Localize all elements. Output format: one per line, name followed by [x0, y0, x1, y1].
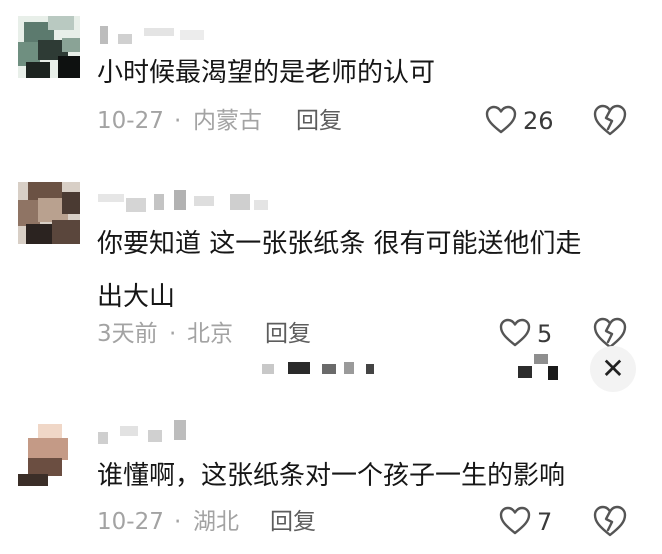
- heart-outline-icon: [499, 506, 531, 535]
- avatar[interactable]: [18, 16, 80, 78]
- like-count: 26: [523, 107, 554, 135]
- like-button[interactable]: 5: [499, 314, 569, 354]
- comment-location: 内蒙古: [193, 108, 262, 134]
- comment-meta: 10-27 · 内蒙古 回复: [97, 101, 357, 141]
- username-blurred[interactable]: [98, 190, 278, 216]
- blurred-content: [262, 354, 592, 380]
- username-blurred[interactable]: [98, 420, 218, 446]
- close-button[interactable]: ✕: [590, 346, 636, 392]
- comment-date: 10-27: [97, 509, 164, 535]
- reply-button[interactable]: 回复: [270, 502, 316, 542]
- like-count: 5: [537, 320, 553, 348]
- comment-date: 3天前: [97, 321, 158, 347]
- comment-text: 你要知道 这一张张纸条 很有可能送他们走 出大山: [97, 229, 582, 312]
- like-count: 7: [537, 508, 553, 536]
- dislike-button[interactable]: [592, 504, 628, 540]
- comment-location: 北京: [187, 321, 233, 347]
- like-button[interactable]: 7: [499, 502, 569, 542]
- reply-button[interactable]: 回复: [296, 101, 342, 141]
- avatar[interactable]: [18, 182, 80, 244]
- meta-separator: ·: [174, 509, 182, 535]
- like-button[interactable]: 26: [485, 101, 565, 141]
- comment-date: 10-27: [97, 108, 164, 134]
- broken-heart-icon: [593, 317, 627, 349]
- heart-outline-icon: [485, 105, 517, 134]
- broken-heart-icon: [593, 505, 627, 537]
- close-icon: ✕: [601, 352, 625, 385]
- avatar[interactable]: [18, 424, 80, 486]
- meta-separator: ·: [169, 321, 177, 347]
- reply-button[interactable]: 回复: [265, 314, 311, 354]
- comment-text: 谁懂啊，这张纸条对一个孩子一生的影响: [97, 461, 566, 491]
- comment-text: 小时候最渴望的是老师的认可: [97, 58, 436, 88]
- heart-outline-icon: [499, 318, 531, 347]
- dislike-button[interactable]: [592, 103, 628, 139]
- comment-location: 湖北: [193, 509, 239, 535]
- comment-meta: 10-27 · 湖北 回复: [97, 502, 357, 542]
- comment-meta: 3天前 · 北京 回复: [97, 314, 357, 354]
- meta-separator: ·: [174, 108, 182, 134]
- broken-heart-icon: [593, 104, 627, 136]
